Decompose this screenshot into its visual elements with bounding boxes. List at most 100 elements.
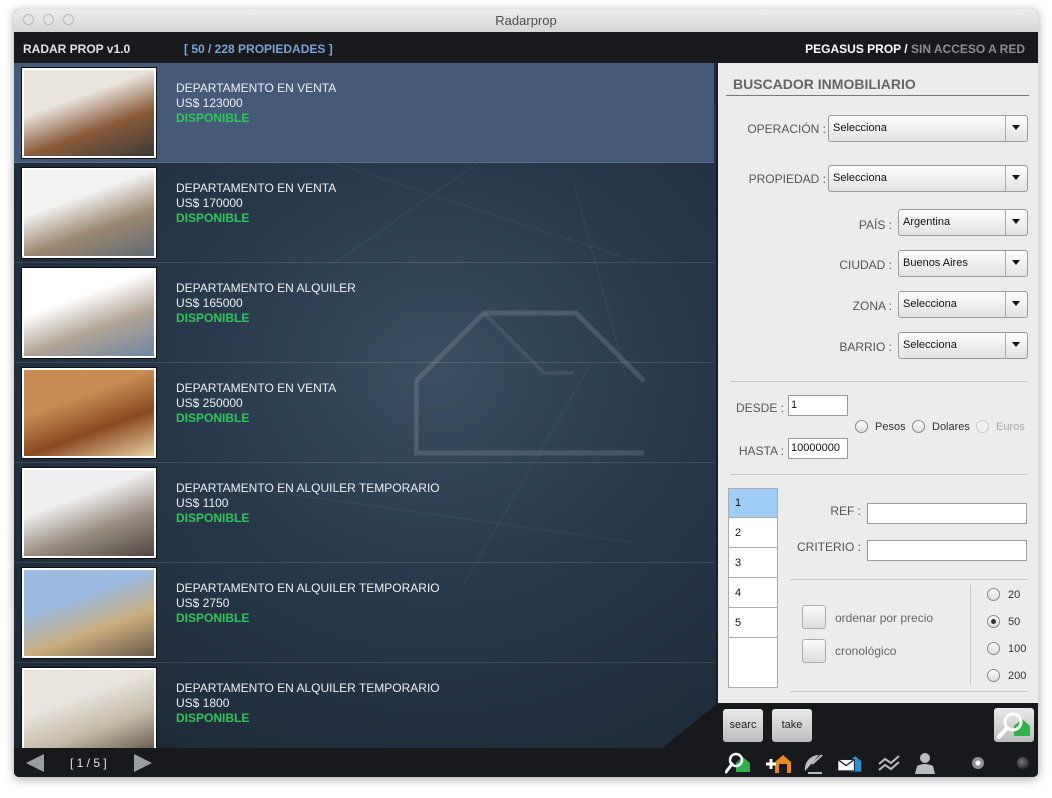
brand-name: PEGASUS PROP bbox=[805, 42, 901, 56]
currency-label-pesos: Pesos bbox=[875, 421, 906, 433]
page-list-item[interactable]: 4 bbox=[729, 579, 777, 608]
chevron-down-icon bbox=[1005, 292, 1027, 317]
user-icon[interactable] bbox=[912, 751, 938, 775]
property-photo bbox=[21, 267, 157, 359]
ciudad-label: CIUDAD : bbox=[839, 258, 892, 272]
propiedad-value: Selecciona bbox=[833, 172, 887, 184]
property-photo bbox=[21, 67, 157, 159]
hasta-input[interactable]: 10000000 bbox=[788, 438, 848, 459]
footer-bar: [ 1 / 5 ] bbox=[14, 748, 1038, 777]
limit-label-50: 50 bbox=[1008, 616, 1021, 628]
criterio-input[interactable] bbox=[867, 540, 1027, 561]
take-button[interactable]: take bbox=[772, 709, 812, 742]
search-house-icon[interactable] bbox=[725, 751, 751, 775]
limit-label-200: 200 bbox=[1008, 670, 1027, 682]
order-price-label: ordenar por precio bbox=[835, 611, 934, 625]
listing-price: US$ 250000 bbox=[176, 396, 243, 410]
criterio-label: CRITERIO : bbox=[796, 540, 861, 554]
desde-label: DESDE : bbox=[735, 401, 784, 415]
barrio-select[interactable]: Selecciona bbox=[898, 332, 1028, 359]
limit-radio-20[interactable] bbox=[987, 588, 1000, 601]
title-underline bbox=[726, 95, 1029, 96]
satellite-dish-icon[interactable] bbox=[802, 751, 828, 775]
listing-panel[interactable]: DEPARTAMENTO EN VENTA US$ 123000 DISPONIBL… bbox=[14, 63, 716, 748]
chevron-down-icon bbox=[1005, 333, 1027, 358]
app-name: RADAR PROP v1.0 bbox=[23, 42, 131, 56]
property-count: [ 50 / 228 PROPIEDADES ] bbox=[184, 42, 333, 56]
zona-label: ZONA : bbox=[852, 299, 892, 313]
currency-label-dolares: Dolares bbox=[932, 421, 970, 433]
listing-title: DEPARTAMENTO EN VENTA bbox=[176, 381, 337, 395]
currency-label-euros: Euros bbox=[996, 421, 1025, 433]
limit-label-100: 100 bbox=[1008, 643, 1027, 655]
next-page-button[interactable] bbox=[134, 754, 154, 772]
limit-radio-100[interactable] bbox=[987, 642, 1000, 655]
listing-item[interactable]: DEPARTAMENTO EN VENTA US$ 250000 DISPONIBL… bbox=[14, 363, 714, 463]
desde-input[interactable]: 1 bbox=[788, 395, 848, 416]
zona-select[interactable]: Selecciona bbox=[898, 291, 1028, 318]
listing-price: US$ 165000 bbox=[176, 296, 243, 310]
page-list-item[interactable]: 2 bbox=[729, 519, 777, 548]
operacion-select[interactable]: Selecciona bbox=[828, 115, 1028, 142]
listing-item[interactable]: DEPARTAMENTO EN ALQUILER TEMPORARIO US$ 2… bbox=[14, 563, 714, 663]
pais-select[interactable]: Argentina bbox=[898, 209, 1028, 236]
listing-price: US$ 1100 bbox=[176, 496, 229, 510]
search-panel: BUSCADOR INMOBILIARIO OPERACIÓN : Selecc… bbox=[718, 63, 1038, 703]
connection-indicator bbox=[1017, 757, 1029, 769]
listing-item[interactable]: DEPARTAMENTO EN VENTA US$ 123000 DISPONIBL… bbox=[14, 63, 714, 163]
listing-status: DISPONIBLE bbox=[176, 211, 250, 225]
page-list[interactable]: 1 2 3 4 5 bbox=[728, 488, 778, 688]
zona-value: Selecciona bbox=[903, 298, 957, 310]
chart-icon[interactable] bbox=[877, 751, 903, 775]
run-search-button[interactable] bbox=[994, 708, 1034, 742]
listing-status: DISPONIBLE bbox=[176, 611, 250, 625]
order-price-checkbox[interactable] bbox=[802, 605, 826, 629]
property-photo bbox=[21, 367, 157, 459]
currency-radio-pesos[interactable] bbox=[855, 420, 868, 433]
brand-separator: / bbox=[900, 42, 911, 56]
listing-item[interactable]: DEPARTAMENTO EN ALQUILER TEMPORARIO US$ 1… bbox=[14, 663, 714, 748]
listing-item[interactable]: DEPARTAMENTO EN ALQUILER TEMPORARIO US$ 1… bbox=[14, 463, 714, 563]
mail-house-icon[interactable] bbox=[837, 751, 863, 775]
pais-value: Argentina bbox=[903, 216, 951, 228]
listing-item[interactable]: DEPARTAMENTO EN VENTA US$ 170000 DISPONIBL… bbox=[14, 163, 714, 263]
window-title: Radarprop bbox=[495, 13, 557, 28]
listing-status: DISPONIBLE bbox=[176, 111, 250, 125]
limit-radio-200[interactable] bbox=[987, 669, 1000, 682]
page-list-item[interactable]: 5 bbox=[729, 609, 777, 638]
limit-radio-50[interactable] bbox=[987, 615, 1000, 628]
listing-status: DISPONIBLE bbox=[176, 511, 250, 525]
previous-page-button[interactable] bbox=[24, 754, 44, 772]
hasta-label: HASTA : bbox=[738, 444, 784, 458]
options-divider bbox=[970, 585, 971, 685]
action-bar: searc take bbox=[718, 703, 1038, 748]
listing-title: DEPARTAMENTO EN VENTA bbox=[176, 81, 337, 95]
barrio-label: BARRIO : bbox=[839, 340, 892, 354]
operacion-value: Selecciona bbox=[833, 122, 887, 134]
propiedad-select[interactable]: Selecciona bbox=[828, 165, 1028, 192]
page-list-item[interactable]: 1 bbox=[729, 489, 777, 518]
section-divider bbox=[730, 381, 1028, 382]
chronological-checkbox[interactable] bbox=[802, 639, 826, 663]
currency-radio-euros[interactable] bbox=[976, 420, 989, 433]
add-house-icon[interactable] bbox=[765, 751, 791, 775]
listing-title: DEPARTAMENTO EN VENTA bbox=[176, 181, 337, 195]
ref-label: REF : bbox=[830, 504, 861, 518]
listing-title: DEPARTAMENTO EN ALQUILER TEMPORARIO bbox=[176, 481, 440, 495]
ciudad-select[interactable]: Buenos Aires bbox=[898, 250, 1028, 277]
section-divider bbox=[790, 691, 1028, 692]
search-button[interactable]: searc bbox=[723, 709, 763, 742]
propiedad-label: PROPIEDAD : bbox=[748, 172, 826, 186]
listing-price: US$ 2750 bbox=[176, 596, 230, 610]
listing-status: DISPONIBLE bbox=[176, 711, 250, 725]
ref-input[interactable] bbox=[867, 503, 1027, 524]
pais-label: PAÍS : bbox=[858, 218, 892, 232]
page-list-item[interactable]: 3 bbox=[729, 549, 777, 578]
listing-price: US$ 170000 bbox=[176, 196, 243, 210]
ciudad-value: Buenos Aires bbox=[903, 257, 968, 269]
search-panel-title: BUSCADOR INMOBILIARIO bbox=[733, 76, 916, 92]
currency-radio-dolares[interactable] bbox=[912, 420, 925, 433]
listing-title: DEPARTAMENTO EN ALQUILER bbox=[176, 281, 356, 295]
listing-item[interactable]: DEPARTAMENTO EN ALQUILER US$ 165000 DISPON… bbox=[14, 263, 714, 363]
property-photo bbox=[21, 567, 157, 659]
